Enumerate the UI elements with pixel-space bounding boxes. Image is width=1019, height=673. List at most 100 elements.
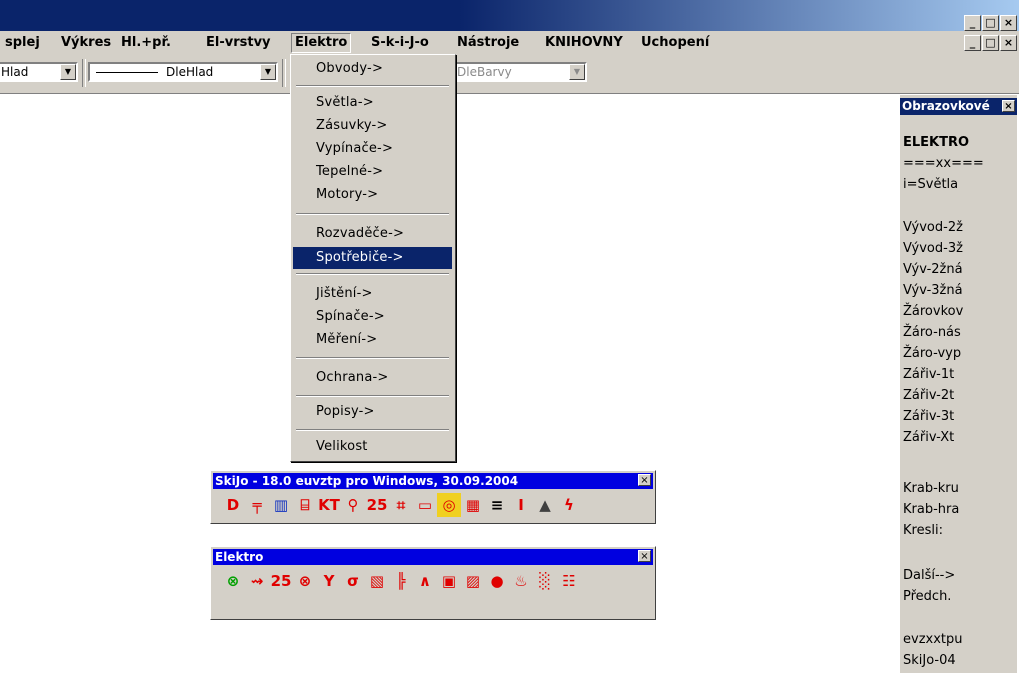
elektro-list-icon[interactable]: ☷ <box>557 569 581 593</box>
elektro-meter-icon[interactable]: ● <box>485 569 509 593</box>
skijo-grid-icon[interactable]: ╤ <box>245 493 269 517</box>
menu-item-velikost[interactable]: Velikost <box>293 436 452 458</box>
chevron-down-icon[interactable]: ▼ <box>60 64 76 80</box>
elektro-heater-icon[interactable]: ▧ <box>365 569 389 593</box>
screen-menu-item[interactable]: Výv-2žná <box>903 259 963 280</box>
menu-item-spinace[interactable]: Spínače-> <box>293 306 452 328</box>
linetype-preview <box>96 72 158 73</box>
screen-menu-item[interactable]: ELEKTRO <box>903 132 969 153</box>
elektro-25-icon[interactable]: 25 <box>269 569 293 593</box>
document-window-controls: _ □ × <box>964 35 1017 51</box>
maximize-button[interactable]: □ <box>982 15 999 31</box>
screen-menu-item[interactable]: Zářiv-3t <box>903 406 954 427</box>
screen-menu-item[interactable]: Zářiv-1t <box>903 364 954 385</box>
menu-hl-pr[interactable]: Hl.+př. <box>118 34 174 52</box>
menu-vykres[interactable]: Výkres <box>58 34 114 52</box>
minimize-button[interactable]: _ <box>964 15 981 31</box>
menu-item-vypinace[interactable]: Vypínače-> <box>293 138 452 160</box>
screen-menu-item[interactable]: Žárovkov <box>903 301 963 322</box>
screen-menu-item[interactable]: evzxxtpu <box>903 629 963 650</box>
screen-menu-item[interactable]: i=Světla <box>903 174 958 195</box>
close-icon[interactable]: × <box>1002 100 1015 112</box>
skijo-book-icon[interactable]: ▦ <box>461 493 485 517</box>
skijo-toolbar-window[interactable]: SkiJo - 18.0 euvztp pro Windows, 30.09.2… <box>210 470 656 524</box>
skijo-target-icon[interactable]: ◎ <box>437 493 461 517</box>
skijo-toolbar-title: SkiJo - 18.0 euvztp pro Windows, 30.09.2… <box>213 473 653 489</box>
chevron-down-icon[interactable]: ▼ <box>260 64 276 80</box>
screen-menu-title: Obrazovkové × <box>900 98 1017 115</box>
title-bar: _ □ × <box>0 0 1019 31</box>
screen-menu-item[interactable]: SkiJo-04 <box>903 650 956 671</box>
screen-menu-item[interactable]: Zářiv-Xt <box>903 427 954 448</box>
menu-item-obvody[interactable]: Obvody-> <box>293 58 452 80</box>
doc-minimize-button[interactable]: _ <box>964 35 981 51</box>
skijo-d-icon[interactable]: D <box>221 493 245 517</box>
doc-close-button[interactable]: × <box>1000 35 1017 51</box>
menu-item-motory[interactable]: Motory-> <box>293 184 452 206</box>
skijo-ladder-icon[interactable]: ⌸ <box>293 493 317 517</box>
menu-item-zasuvky[interactable]: Zásuvky-> <box>293 115 452 137</box>
screen-menu-item[interactable]: Kresli: <box>903 520 943 541</box>
menu-item-mereni[interactable]: Měření-> <box>293 329 452 351</box>
elektro-protection-icon[interactable]: ♨ <box>509 569 533 593</box>
screen-menu-item[interactable]: Krab-hra <box>903 499 959 520</box>
menu-separator <box>296 85 449 87</box>
menu-item-svetla[interactable]: Světla-> <box>293 92 452 114</box>
skijo-key-icon[interactable]: ⚲ <box>341 493 365 517</box>
close-button[interactable]: × <box>1000 15 1017 31</box>
skijo-25-icon[interactable]: 25 <box>365 493 389 517</box>
elektro-distribution-icon[interactable]: ╠ <box>389 569 413 593</box>
color-select[interactable]: DleBarvy ▼ <box>452 62 587 82</box>
skijo-i-icon[interactable]: I <box>509 493 533 517</box>
elektro-lamp-icon[interactable]: ⊗ <box>293 569 317 593</box>
elektro-arrow-icon[interactable]: ⇝ <box>245 569 269 593</box>
screen-menu-item[interactable]: Výv-3žná <box>903 280 963 301</box>
menu-item-popisy[interactable]: Popisy-> <box>293 401 452 423</box>
toolbar-separator <box>82 59 86 87</box>
menu-elektro[interactable]: Elektro <box>291 33 352 53</box>
menu-displej[interactable]: splej <box>2 34 43 52</box>
menu-knihovny[interactable]: KNIHOVNY <box>542 34 626 52</box>
skijo-kt-icon[interactable]: KT <box>317 493 341 517</box>
elektro-toolbar-window[interactable]: Elektro × ⊗ ⇝ 25 ⊗ Y σ ▧ ╠ ∧ ▣ ▨ ● ♨ ░ ☷ <box>210 546 656 620</box>
elektro-fuse-icon[interactable]: ▣ <box>437 569 461 593</box>
elektro-breaker-icon[interactable]: ▨ <box>461 569 485 593</box>
layer-select-value: Hlad <box>1 65 29 79</box>
menu-item-jisteni[interactable]: Jištění-> <box>293 283 452 305</box>
menu-separator <box>296 357 449 359</box>
screen-menu-item[interactable]: Předch. <box>903 586 951 607</box>
skijo-hatch-icon[interactable]: ⌗ <box>389 493 413 517</box>
elektro-switch-icon[interactable]: σ <box>341 569 365 593</box>
skijo-bolt-icon[interactable]: ϟ <box>557 493 581 517</box>
doc-maximize-button[interactable]: □ <box>982 35 999 51</box>
menu-skijo[interactable]: S-k-i-J-o <box>368 34 432 52</box>
screen-menu-item[interactable]: Žáro-vyp <box>903 343 961 364</box>
layer-select[interactable]: Hlad ▼ <box>0 62 78 82</box>
menu-el-vrstvy[interactable]: El-vrstvy <box>203 34 274 52</box>
screen-menu-item[interactable]: Zářiv-2t <box>903 385 954 406</box>
chevron-down-icon[interactable]: ▼ <box>569 64 585 80</box>
skijo-box-icon[interactable]: ▭ <box>413 493 437 517</box>
menu-uchopeni[interactable]: Uchopení <box>638 34 712 52</box>
menu-item-tepelne[interactable]: Tepelné-> <box>293 161 452 183</box>
skijo-arch-icon[interactable]: ▲ <box>533 493 557 517</box>
close-icon[interactable]: × <box>638 474 651 486</box>
menu-item-ochrana[interactable]: Ochrana-> <box>293 367 452 389</box>
menu-item-spotrebice[interactable]: Spotřebiče-> <box>293 247 452 269</box>
elektro-branch-icon[interactable]: ∧ <box>413 569 437 593</box>
elektro-socket-icon[interactable]: Y <box>317 569 341 593</box>
screen-menu-item[interactable]: Vývod-2ž <box>903 217 963 238</box>
elektro-light-icon[interactable]: ⊗ <box>221 569 245 593</box>
skijo-panel-icon[interactable]: ▥ <box>269 493 293 517</box>
screen-menu-item[interactable]: ===xx=== <box>903 153 984 174</box>
screen-menu-item[interactable]: Další--> <box>903 565 955 586</box>
linetype-select[interactable]: DleHlad ▼ <box>88 62 278 82</box>
menu-item-rozvadece[interactable]: Rozvaděče-> <box>293 223 452 245</box>
screen-menu-item[interactable]: Vývod-3ž <box>903 238 963 259</box>
elektro-label-icon[interactable]: ░ <box>533 569 557 593</box>
close-icon[interactable]: × <box>638 550 651 562</box>
screen-menu-item[interactable]: Krab-kru <box>903 478 959 499</box>
screen-menu-item[interactable]: Žáro-nás <box>903 322 961 343</box>
skijo-layers-icon[interactable]: ≡ <box>485 493 509 517</box>
menu-nastroje[interactable]: Nástroje <box>454 34 522 52</box>
